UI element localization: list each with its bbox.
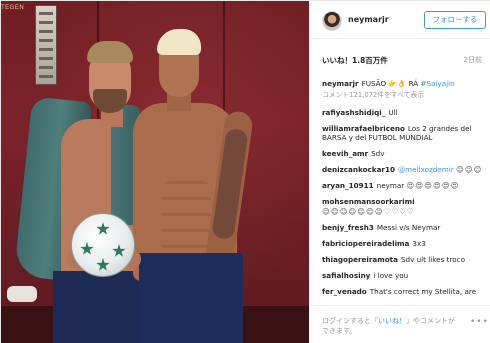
player-right-shorts: [139, 253, 243, 343]
comment-text: Sdv ult likes troco: [400, 254, 465, 264]
login-prompt-before: ログインすると「: [322, 317, 378, 325]
comment-username[interactable]: safialhosiny: [322, 271, 370, 280]
login-prompt: ログインすると「いいね！」やコメントができます。: [322, 316, 456, 336]
comment: denizcankockar10 @melixozdemir 😊😊😊: [322, 165, 488, 175]
likes-count[interactable]: いいね！1.8百万件: [322, 55, 388, 66]
avatar[interactable]: [322, 11, 342, 31]
caption-text: FUSÃO 👉👌 RÁ: [361, 79, 419, 88]
comment-emoji: 😊😊😊😊😊😊😊♡♡♡♡: [322, 206, 415, 216]
comment-mention[interactable]: @melixozdemir: [398, 165, 454, 174]
ball-star-icon: [96, 222, 110, 235]
comment: benjy_fresh3 Messi v/s Neymar: [322, 223, 488, 233]
caption: neymarjr FUSÃO 👉👌 RÁ #Saiyajin: [322, 79, 488, 89]
comment: fer_venado That's correct my Stellita, ar…: [322, 287, 488, 297]
likes-row: いいね！1.8百万件 2日前: [322, 55, 482, 67]
header-username[interactable]: neymarjr: [348, 15, 389, 24]
player-left-hair: [87, 41, 133, 63]
comment-text: 3x3: [412, 238, 426, 248]
caption-hashtag[interactable]: #Saiyajin: [421, 79, 455, 88]
sponsor-text: TEGEN: [1, 5, 25, 11]
post-date[interactable]: 2日前: [464, 55, 482, 65]
player-right-hair: [157, 29, 201, 55]
comment: fabricioperei​radelima 3x3: [322, 239, 488, 249]
ball-star-icon: [80, 242, 94, 255]
post-footer: ログインすると「いいね！」やコメントができます。 •••: [310, 305, 490, 343]
instagram-post: TEGEN neymarjr フォローする いいね！1.8百万件 2日前 ney…: [0, 0, 490, 343]
comment-username[interactable]: benjy_fresh3: [322, 223, 374, 232]
comment: thiagopereiramota Sdv ult likes troco: [322, 255, 488, 265]
locker-name-plate: [35, 5, 57, 85]
comment-username[interactable]: fabricioperei​radelima: [322, 239, 409, 248]
comment-username[interactable]: keevih_amr: [322, 149, 368, 158]
ball-star-icon: [112, 244, 126, 257]
comment: keevih_amr Sdv: [322, 149, 488, 159]
comment-text: i love you: [373, 270, 409, 280]
comment-text: Ull: [388, 107, 398, 117]
comment-username[interactable]: denizcankockar10: [322, 165, 395, 174]
post-header: neymarjr フォローする: [310, 1, 490, 39]
comment-text: That's correct my Stellita, are: [369, 286, 477, 296]
comment-text: Messi v/s Neymar: [376, 222, 441, 232]
view-all-comments-link[interactable]: コメント121,072件をすべて表示: [322, 91, 488, 101]
comment-text: Sdv: [371, 149, 385, 158]
comment-emoji: 😊😊😊: [456, 165, 483, 174]
post-sidebar: neymarjr フォローする いいね！1.8百万件 2日前 neymarjr F…: [309, 1, 490, 343]
comment: rafiyashshidiqi_ Ull: [322, 108, 488, 118]
comment-username[interactable]: mohsenmansoorkarimi: [322, 197, 415, 206]
login-like-link[interactable]: いいね！: [378, 317, 406, 325]
more-dots-icon[interactable]: •••: [470, 318, 488, 328]
soccer-ball: [71, 213, 135, 277]
comment-username[interactable]: rafiyashshidiqi_: [322, 108, 385, 117]
post-photo[interactable]: TEGEN: [1, 1, 309, 343]
comment-text: neymar: [376, 181, 405, 190]
comment-emoji: 😍😍😍😍😍😍: [406, 181, 460, 190]
comment-username[interactable]: thiagopereiramota: [322, 255, 398, 264]
comment-username[interactable]: aryan_10911: [322, 181, 374, 190]
comment: williamrafaelbriceno Los 2 grandes del BA…: [322, 124, 488, 143]
comment: safialhosiny i love you: [322, 271, 488, 281]
caption-username[interactable]: neymarjr: [322, 79, 359, 88]
ball-star-icon: [96, 258, 110, 271]
comment-username[interactable]: williamrafaelbriceno: [322, 124, 405, 133]
comments-list: neymarjr FUSÃO 👉👌 RÁ #Saiyajin コメント121,07…: [322, 79, 488, 303]
comment: aryan_10911 neymar 😍😍😍😍😍😍: [322, 181, 488, 191]
player-right-abs: [161, 181, 211, 251]
comment-username[interactable]: fer_venado: [322, 287, 367, 296]
comment: mohsenmansoorkarimi 😊😊😊😊😊😊😊♡♡♡♡: [322, 197, 488, 216]
shoes: [7, 286, 37, 302]
follow-button[interactable]: フォローする: [424, 11, 486, 29]
